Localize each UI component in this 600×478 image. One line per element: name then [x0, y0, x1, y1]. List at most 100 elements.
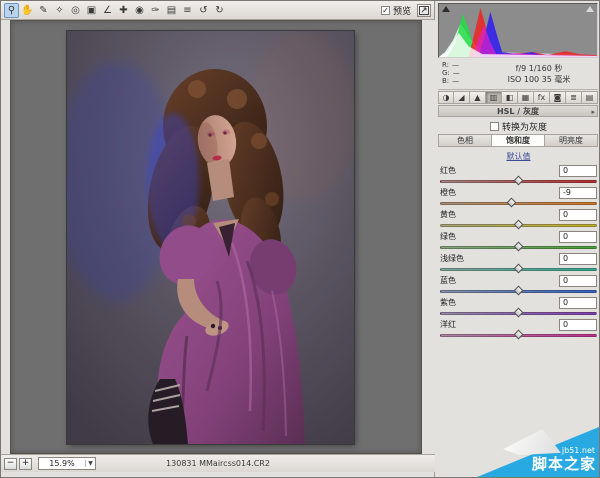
tab-presets-icon[interactable]: ≣ [566, 91, 582, 104]
slider-track-blue[interactable] [440, 290, 597, 293]
graduated-filter-tool-icon[interactable]: ▤ [164, 3, 179, 18]
adjustment-brush-tool-icon[interactable]: ✑ [148, 3, 163, 18]
rotate-right-button-icon[interactable]: ↻ [212, 3, 227, 18]
panel-title: HSL / 灰度 [497, 107, 539, 116]
slider-thumb-yellow[interactable] [513, 220, 523, 230]
tab-split-toning-icon[interactable]: ◧ [502, 91, 518, 104]
rotate-left-button-icon[interactable]: ↺ [196, 3, 211, 18]
shadow-clipping-icon[interactable] [442, 6, 450, 12]
straighten-tool-icon[interactable]: ∠ [100, 3, 115, 18]
tab-snapshots-icon[interactable]: ▤ [582, 91, 598, 104]
slider-track-purple[interactable] [440, 312, 597, 315]
convert-grayscale-row: 转换为灰度 [436, 120, 600, 134]
slider-aqua: 浅绿色0 [440, 252, 597, 274]
exif-readout: R:—G:—B:— f/9 1/160 秒 ISO 100 35 毫米 [438, 59, 598, 90]
slider-thumb-magenta[interactable] [513, 330, 523, 340]
canvas-background[interactable] [10, 20, 422, 454]
slider-value-red[interactable]: 0 [559, 165, 597, 177]
zoom-level-select[interactable]: 15.9% ▼ [38, 457, 96, 470]
slider-blue: 蓝色0 [440, 274, 597, 296]
tab-detail-icon[interactable]: ▲ [470, 91, 486, 104]
hand-tool-icon[interactable]: ✋ [20, 3, 35, 18]
rgb-readout-row: G:— [442, 69, 480, 77]
slider-thumb-green[interactable] [513, 242, 523, 252]
hsl-subtabs: 色相饱和度明亮度 [438, 134, 598, 147]
color-sampler-tool-icon[interactable]: ✧ [52, 3, 67, 18]
image-workspace: ⚲✋✎✧◎▣∠✚◉✑▤≡↺↻ ✓ 预览 [1, 1, 435, 478]
grayscale-checkbox[interactable] [490, 122, 499, 131]
subtab-色相[interactable]: 色相 [438, 134, 492, 147]
tab-lens-corrections-icon[interactable]: ▦ [518, 91, 534, 104]
tab-tone-curve-icon[interactable]: ◢ [454, 91, 470, 104]
preview-label: 预览 [393, 4, 411, 17]
subtab-饱和度[interactable]: 饱和度 [492, 134, 545, 147]
slider-track-orange[interactable] [440, 202, 597, 205]
slider-value-green[interactable]: 0 [559, 231, 597, 243]
convert-grayscale-toggle[interactable]: 转换为灰度 [490, 120, 547, 133]
fullscreen-toggle-icon[interactable] [417, 4, 431, 17]
slider-thumb-orange[interactable] [506, 198, 516, 208]
slider-green: 绿色0 [440, 230, 597, 252]
defaults-link[interactable]: 默认值 [436, 151, 600, 162]
white-balance-tool-icon[interactable]: ✎ [36, 3, 51, 18]
red-eye-tool-icon[interactable]: ◉ [132, 3, 147, 18]
rgb-values: R:—G:—B:— [438, 59, 480, 89]
panel-header: HSL / 灰度 ▸ [438, 105, 598, 117]
slider-label-magenta: 洋红 [440, 319, 559, 330]
slider-thumb-blue[interactable] [513, 286, 523, 296]
zoom-in-button[interactable]: + [19, 458, 32, 470]
crop-tool-icon[interactable]: ▣ [84, 3, 99, 18]
slider-orange: 橙色-9 [440, 186, 597, 208]
tab-effects-icon[interactable]: fx [534, 91, 550, 104]
panel-flyout-icon[interactable]: ▸ [591, 107, 595, 118]
slider-thumb-red[interactable] [513, 176, 523, 186]
targeted-adjustment-tool-icon[interactable]: ◎ [68, 3, 83, 18]
slider-label-aqua: 浅绿色 [440, 253, 559, 264]
slider-track-aqua[interactable] [440, 268, 597, 271]
hsl-sliders: 红色0橙色-9黄色0绿色0浅绿色0蓝色0紫色0洋红0 [440, 164, 597, 340]
toolbar: ⚲✋✎✧◎▣∠✚◉✑▤≡↺↻ ✓ 预览 [1, 1, 434, 20]
slider-value-aqua[interactable]: 0 [559, 253, 597, 265]
slider-value-magenta[interactable]: 0 [559, 319, 597, 331]
zoom-tool-icon[interactable]: ⚲ [4, 3, 19, 18]
tab-camera-calibration-icon[interactable]: ◙ [550, 91, 566, 104]
chevron-down-icon[interactable]: ▼ [85, 460, 95, 467]
highlight-clipping-icon[interactable] [586, 6, 594, 12]
slider-label-orange: 橙色 [440, 187, 559, 198]
slider-label-yellow: 黄色 [440, 209, 559, 220]
zoom-out-button[interactable]: − [4, 458, 17, 470]
slider-label-blue: 蓝色 [440, 275, 559, 286]
spot-removal-tool-icon[interactable]: ✚ [116, 3, 131, 18]
slider-track-red[interactable] [440, 180, 597, 183]
slider-thumb-aqua[interactable] [513, 264, 523, 274]
image-canvas[interactable] [1, 20, 435, 454]
slider-label-red: 红色 [440, 165, 559, 176]
slider-label-purple: 紫色 [440, 297, 559, 308]
tab-hsl-grayscale-icon[interactable]: ▥ [486, 91, 502, 104]
statusbar: − + 15.9% ▼ 130831 MMaircss014.CR2 [1, 454, 435, 472]
slider-value-orange[interactable]: -9 [559, 187, 597, 199]
preview-toggle[interactable]: ✓ 预览 [381, 4, 411, 17]
preview-checkbox[interactable]: ✓ [381, 6, 390, 15]
histogram[interactable] [438, 3, 598, 58]
photo-preview[interactable] [67, 31, 354, 444]
slider-label-green: 绿色 [440, 231, 559, 242]
exposure-info: f/9 1/160 秒 [480, 63, 598, 74]
rgb-readout-row: B:— [442, 77, 480, 85]
slider-track-green[interactable] [440, 246, 597, 249]
subtab-明亮度[interactable]: 明亮度 [545, 134, 598, 147]
slider-value-yellow[interactable]: 0 [559, 209, 597, 221]
iso-info: ISO 100 35 毫米 [480, 74, 598, 85]
preferences-button-icon[interactable]: ≡ [180, 3, 195, 18]
slider-thumb-purple[interactable] [513, 308, 523, 318]
tab-basic-icon[interactable]: ◑ [438, 91, 454, 104]
slider-value-blue[interactable]: 0 [559, 275, 597, 287]
slider-track-magenta[interactable] [440, 334, 597, 337]
slider-track-yellow[interactable] [440, 224, 597, 227]
slider-purple: 紫色0 [440, 296, 597, 318]
panel-tab-strip: ◑◢▲▥◧▦fx◙≣▤ [438, 91, 598, 105]
grayscale-label: 转换为灰度 [502, 120, 547, 133]
slider-value-purple[interactable]: 0 [559, 297, 597, 309]
rgb-readout-row: R:— [442, 61, 480, 69]
slider-magenta: 洋红0 [440, 318, 597, 340]
